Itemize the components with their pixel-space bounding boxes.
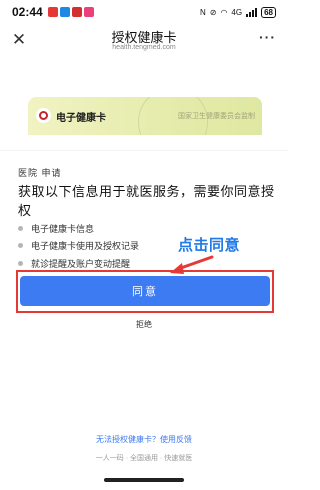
- consent-heading: 获取以下信息用于就医服务，需要你同意授权: [18, 184, 275, 218]
- permission-item: 电子健康卡信息: [18, 222, 94, 235]
- card-title: 电子健康卡: [56, 113, 106, 124]
- requesting-org: 医院 申请: [18, 168, 62, 178]
- feedback-link[interactable]: 无法授权健康卡？使用反馈: [0, 434, 288, 445]
- agree-button[interactable]: 同意: [20, 276, 270, 306]
- status-indicators: N ⊘ ◠ 4G 68: [199, 6, 276, 18]
- annotation-text: 点击同意: [178, 237, 241, 254]
- permission-item: 就诊提醒及账户变动提醒: [18, 257, 130, 270]
- battery-icon: 68: [261, 6, 276, 18]
- permission-label: 电子健康卡使用及授权记录: [31, 241, 140, 251]
- divider: [0, 150, 288, 151]
- mute-icon: ⊘: [209, 7, 217, 17]
- permission-label: 电子健康卡信息: [31, 224, 95, 234]
- home-indicator: [104, 478, 184, 482]
- health-card: 电子健康卡 国家卫生健康委员会监制: [28, 97, 262, 135]
- nfc-icon: N: [199, 7, 206, 17]
- pink-app-icon: [83, 7, 94, 17]
- signal-icon: [246, 7, 258, 17]
- red-app-icon: [47, 7, 58, 17]
- notification-icons: [47, 7, 94, 17]
- wifi-icon: ◠: [220, 7, 228, 17]
- permission-label: 就诊提醒及账户变动提醒: [31, 259, 131, 269]
- bullet-icon: [18, 261, 23, 266]
- nav-bar: ✕ 授权健康卡 health.tengmed.com ···: [0, 24, 288, 60]
- red-app-icon-2: [71, 7, 82, 17]
- more-icon[interactable]: ···: [259, 29, 276, 45]
- bullet-icon: [18, 243, 23, 248]
- blue-app-icon: [59, 7, 70, 17]
- tagline: 一人一码 · 全国通用 · 快速就医: [95, 455, 193, 462]
- reject-link[interactable]: 拒绝: [0, 319, 288, 330]
- network-label: 4G: [231, 7, 243, 17]
- health-card-logo-icon: [36, 108, 51, 123]
- status-bar: 02:44 N ⊘ ◠ 4G 68: [0, 0, 288, 24]
- status-time: 02:44: [12, 5, 43, 19]
- page-url: health.tengmed.com: [112, 44, 176, 51]
- bullet-icon: [18, 226, 23, 231]
- permission-item: 电子健康卡使用及授权记录: [18, 239, 139, 252]
- card-issuer: 国家卫生健康委员会监制: [178, 113, 255, 120]
